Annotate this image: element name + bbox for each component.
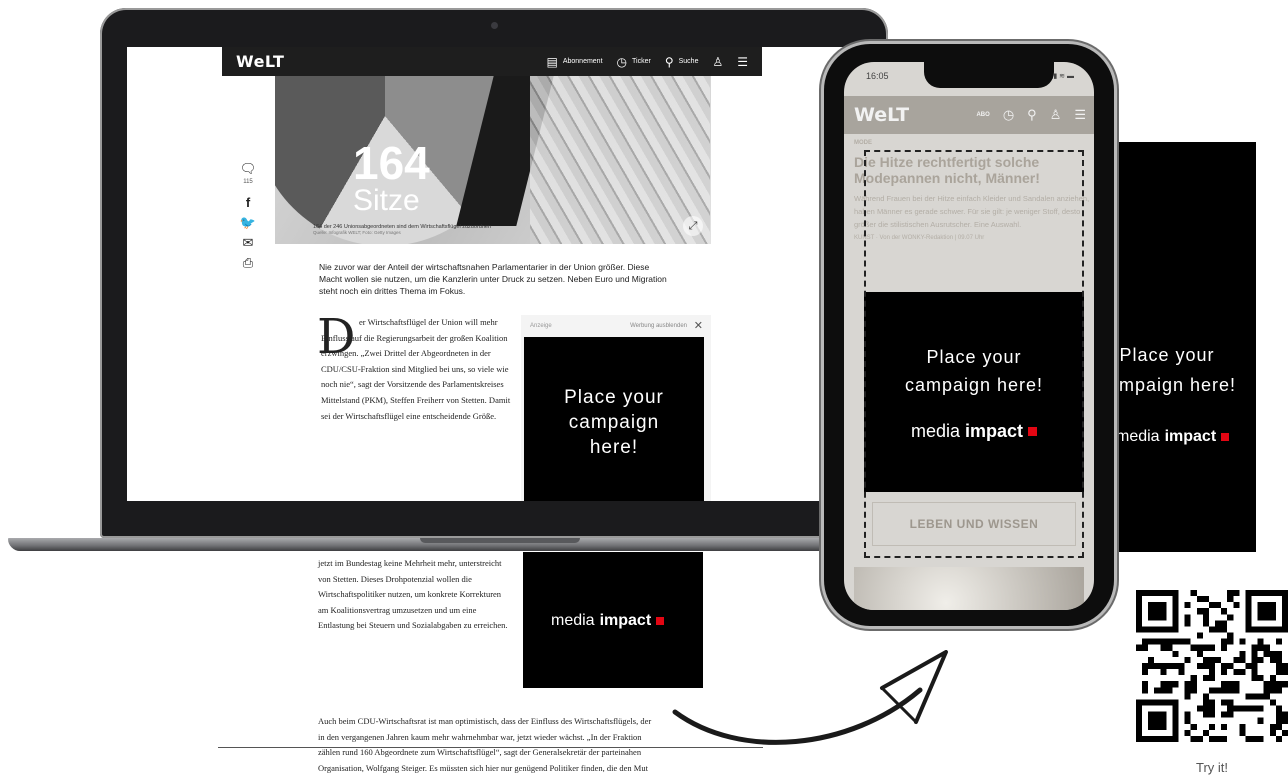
ad-hide-link[interactable]: Werbung ausblenden xyxy=(630,323,687,329)
nav-suche-label: Suche xyxy=(678,58,699,65)
user-icon[interactable]: ♙ xyxy=(712,55,723,69)
media-impact-impact: impact xyxy=(599,612,652,629)
phone-time: 16:05 xyxy=(866,71,889,81)
right-ad-panel: Place your campaign here! mediaimpact xyxy=(1112,142,1256,552)
pointer-arrow-icon xyxy=(672,650,948,745)
ticker-icon[interactable]: ◷ xyxy=(1003,107,1014,123)
nav-ticker-label: Ticker xyxy=(632,58,651,65)
mail-icon[interactable]: ✉ xyxy=(243,236,254,249)
hero-eagle-graphic xyxy=(530,76,710,244)
media-impact-logo: media impact xyxy=(551,612,665,630)
search-icon[interactable]: ⚲ xyxy=(1027,107,1037,123)
ad-frame: Anzeige Werbung ausblenden ✕ Place your … xyxy=(521,315,711,501)
article-lead: Nie zuvor war der Anteil der wirtschafts… xyxy=(319,262,667,296)
menu-icon[interactable]: ☰ xyxy=(737,55,748,69)
print-icon[interactable]: ⎙ xyxy=(243,256,253,269)
facebook-icon[interactable]: f xyxy=(246,196,250,209)
hero-caption: 164 der 246 Unionsabgeordneten sind dem … xyxy=(313,224,491,236)
ticker-icon: ◷ xyxy=(616,54,628,69)
ad-zone-outline xyxy=(864,150,1084,558)
search-icon: ⚲ xyxy=(664,54,674,69)
qr-code[interactable] xyxy=(1136,590,1288,742)
hero-image: 164 Sitze ⤢ xyxy=(275,76,711,244)
ad-placeholder[interactable]: Place your campaign here! xyxy=(524,337,704,501)
laptop-notch xyxy=(420,538,580,543)
rp-impact: impact xyxy=(1164,428,1217,445)
laptop-camera xyxy=(491,22,498,29)
phone-teaser-image xyxy=(854,567,1084,610)
hero-credit: Quelle: Infografik WELT; Foto: Getty Ima… xyxy=(313,230,401,235)
phone-site-header: WeLT ABO ◷ ⚲ ♙ ☰ xyxy=(844,96,1094,134)
article-body: er Wirtschaftsflügel der Union will mehr… xyxy=(321,317,511,421)
close-icon[interactable]: ✕ xyxy=(694,319,703,332)
twitter-icon[interactable]: 🐦 xyxy=(240,216,256,229)
nav-abonnement[interactable]: ▤ Abonnement xyxy=(546,55,602,69)
ad-label: Anzeige xyxy=(530,323,552,329)
menu-icon[interactable]: ☰ xyxy=(1074,107,1086,123)
ad-text: Place your campaign here! xyxy=(564,386,664,458)
user-icon[interactable]: ♙ xyxy=(1050,107,1062,123)
rp-media: media xyxy=(1116,428,1160,445)
comment-count: 115 xyxy=(243,179,253,185)
phone-logo[interactable]: WeLT xyxy=(854,104,909,126)
laptop-screen: WeLT ▤ Abonnement ◷ Ticker ⚲ Suche ♙ ☰ 1… xyxy=(127,47,864,501)
comment-icon[interactable]: 🗨 xyxy=(240,162,257,175)
social-bar: 🗨 115 f 🐦 ✉ ⎙ xyxy=(240,162,257,269)
media-impact-media: media xyxy=(551,612,595,629)
phone-notch xyxy=(924,62,1054,88)
right-panel-media-impact: media impact xyxy=(1116,428,1230,446)
hero-word: Sitze xyxy=(353,184,420,217)
nav-abonnement-label: Abonnement xyxy=(562,58,603,65)
brand-square-icon xyxy=(1221,433,1230,441)
phone-screen: 16:05 ▮▮ ≋ ▬ WeLT ABO ◷ ⚲ ♙ ☰ MODE Die H… xyxy=(844,62,1094,610)
brand-square-icon xyxy=(656,617,665,625)
expand-icon[interactable]: ⤢ xyxy=(683,216,703,236)
newspaper-icon: ▤ xyxy=(546,54,558,69)
phone-kicker: MODE xyxy=(854,140,872,146)
site-logo[interactable]: WeLT xyxy=(236,52,284,71)
phone-abo[interactable]: ABO xyxy=(976,112,989,118)
continuation-text: jetzt im Bundestag keine Mehrheit mehr, … xyxy=(318,558,508,630)
phone-frame: 16:05 ▮▮ ≋ ▬ WeLT ABO ◷ ⚲ ♙ ☰ MODE Die H… xyxy=(824,44,1114,626)
header-nav: ▤ Abonnement ◷ Ticker ⚲ Suche ♙ ☰ xyxy=(546,55,748,69)
nav-suche[interactable]: ⚲ Suche xyxy=(665,55,699,69)
qr-caption: Try it! xyxy=(1195,760,1228,775)
hero-number: 164 xyxy=(353,137,430,189)
site-header: WeLT ▤ Abonnement ◷ Ticker ⚲ Suche ♙ ☰ xyxy=(222,47,762,76)
nav-ticker[interactable]: ◷ Ticker xyxy=(617,55,651,69)
right-panel-text: Place your campaign here! xyxy=(1112,345,1237,395)
phone-nav: ABO ◷ ⚲ ♙ ☰ xyxy=(976,107,1086,123)
